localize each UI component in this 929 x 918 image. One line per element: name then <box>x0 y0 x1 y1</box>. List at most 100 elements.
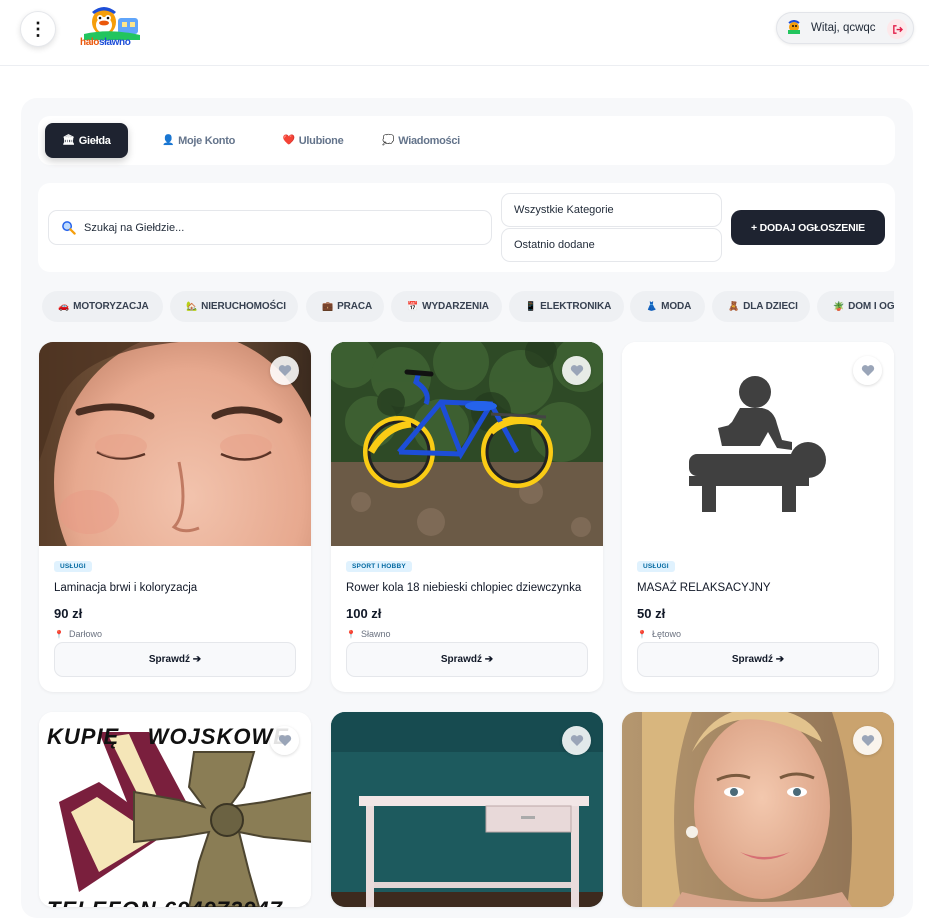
category-dom-i-ogrod[interactable]: 🪴 DOM I OG <box>817 291 894 322</box>
check-button[interactable]: Sprawdź ➔ <box>637 642 879 677</box>
image-text-bottom: TELEFON 694973947 <box>47 897 283 907</box>
user-icon: 👤 <box>161 135 175 146</box>
user-menu[interactable]: Witaj, qcwqc <box>776 12 914 44</box>
search-input[interactable] <box>84 221 464 234</box>
category-badge: USŁUGI <box>54 561 92 572</box>
listing-location: 📍 Darłowo <box>54 629 102 639</box>
phone-icon: 📱 <box>525 301 537 311</box>
category-nieruchomosci[interactable]: 🏡 NIERUCHOMOŚCI <box>170 291 298 322</box>
check-button[interactable]: Sprawdź ➔ <box>54 642 296 677</box>
location-text: Darłowo <box>68 629 102 639</box>
location-pin-icon: 📍 <box>637 629 647 639</box>
add-listing-button[interactable]: + DODAJ OGŁOSZENIE <box>731 210 885 245</box>
tab-label: Wiadomości <box>398 134 460 147</box>
dress-icon: 👗 <box>646 301 658 311</box>
heart-icon: ❤️ <box>282 135 295 146</box>
category-chips: 🚗 MOTORYZACJA 🏡 NIERUCHOMOŚCI 💼 PRACA 📅 WYDA… <box>42 291 894 322</box>
favorite-button[interactable] <box>853 356 882 385</box>
heart-icon <box>570 735 583 746</box>
tab-moje-konto[interactable]: 👤 Moje Konto <box>146 123 251 158</box>
category-wydarzenia[interactable]: 📅 WYDARZENIA <box>391 291 502 322</box>
listing-title[interactable]: Rower kola 18 niebieski chlopiec dziewcz… <box>346 582 581 594</box>
listing-image[interactable] <box>622 712 894 907</box>
category-label: DOM I OG <box>848 301 894 312</box>
category-select[interactable]: Wszystkie Kategorie <box>501 193 722 227</box>
briefcase-icon: 💼 <box>322 301 334 311</box>
listing-card[interactable] <box>331 712 603 907</box>
category-label: ELEKTRONIKA <box>540 301 612 312</box>
listing-image[interactable] <box>622 342 894 546</box>
category-label: NIERUCHOMOŚCI <box>201 301 286 312</box>
listing-image[interactable]: KUPIĘ WOJSKOWE TELEFON 694973947 <box>39 712 311 907</box>
favorite-button[interactable] <box>270 726 299 755</box>
tab-label: Ulubione <box>298 134 344 147</box>
tab-gielda[interactable]: 🏛 Giełda <box>45 123 128 158</box>
category-dla-dzieci[interactable]: 🧸 DLA DZIECI <box>712 291 810 322</box>
heart-icon <box>278 365 291 376</box>
listing-title[interactable]: Laminacja brwi i koloryzacja <box>54 582 197 594</box>
heart-icon <box>861 735 874 746</box>
listing-image[interactable] <box>39 342 311 546</box>
category-label: MODA <box>661 301 692 312</box>
listing-card[interactable]: USŁUGI Laminacja brwi i koloryzacja 90 z… <box>39 342 311 692</box>
listing-location: 📍 Sławno <box>346 629 391 639</box>
listing-card[interactable]: USŁUGI MASAŻ RELAKSACYJNY 50 zł 📍 Łętowo … <box>622 342 894 692</box>
location-text: Łętowo <box>651 629 681 639</box>
logout-icon[interactable] <box>887 19 907 39</box>
logo-text: halosławno <box>80 37 131 48</box>
plant-icon: 🪴 <box>833 301 845 311</box>
category-label: MOTORYZACJA <box>73 301 149 312</box>
sort-select[interactable]: Ostatnio dodane <box>501 228 722 262</box>
favorite-button[interactable] <box>270 356 299 385</box>
user-avatar-icon <box>785 20 803 36</box>
category-motoryzacja[interactable]: 🚗 MOTORYZACJA <box>42 291 163 322</box>
listing-card[interactable]: KUPIĘ WOJSKOWE TELEFON 694973947 <box>39 712 311 907</box>
favorite-button[interactable] <box>562 726 591 755</box>
listing-card[interactable]: SPORT I HOBBY Rower kola 18 niebieski ch… <box>331 342 603 692</box>
search-icon <box>62 221 76 235</box>
favorite-button[interactable] <box>562 356 591 385</box>
listing-price: 100 zł <box>346 606 382 621</box>
building-icon: 🏛 <box>62 135 75 146</box>
category-praca[interactable]: 💼 PRACA <box>306 291 384 322</box>
check-button[interactable]: Sprawdź ➔ <box>346 642 588 677</box>
tab-ulubione[interactable]: ❤️ Ulubione <box>263 123 363 158</box>
top-bar: ⋮ halosławno Witaj, qcwqc <box>0 0 929 66</box>
heart-icon <box>861 365 874 376</box>
menu-button[interactable]: ⋮ <box>20 11 56 47</box>
car-icon: 🚗 <box>58 301 70 311</box>
logo-text-halo: halo <box>80 37 99 48</box>
location-pin-icon: 📍 <box>54 629 64 639</box>
search-field[interactable] <box>48 210 492 245</box>
logo[interactable]: halosławno <box>80 4 144 50</box>
search-panel: Wszystkie Kategorie Ostatnio dodane + DO… <box>38 183 895 272</box>
calendar-icon: 📅 <box>407 301 419 311</box>
category-label: PRACA <box>337 301 373 312</box>
listing-title[interactable]: MASAŻ RELAKSACYJNY <box>637 582 771 594</box>
heart-icon <box>570 365 583 376</box>
tab-bar: 🏛 Giełda 👤 Moje Konto ❤️ Ulubione 💭 Wiadomoś… <box>38 116 895 165</box>
listing-price: 90 zł <box>54 606 83 621</box>
teddy-bear-icon: 🧸 <box>728 301 740 311</box>
listing-price: 50 zł <box>637 606 666 621</box>
image-text-top: KUPIĘ WOJSKOWE <box>47 724 289 749</box>
heart-icon <box>278 735 291 746</box>
category-moda[interactable]: 👗 MODA <box>630 291 705 322</box>
listing-image[interactable] <box>331 712 603 907</box>
tab-label: Giełda <box>78 134 111 147</box>
favorite-button[interactable] <box>853 726 882 755</box>
category-label: WYDARZENIA <box>422 301 489 312</box>
category-elektronika[interactable]: 📱 ELEKTRONIKA <box>509 291 624 322</box>
user-greeting: Witaj, qcwqc <box>811 22 876 34</box>
listing-location: 📍 Łętowo <box>637 629 681 639</box>
category-label: DLA DZIECI <box>743 301 798 312</box>
logo-mascot-icon <box>84 7 140 40</box>
category-badge: USŁUGI <box>637 561 675 572</box>
listing-image[interactable] <box>331 342 603 546</box>
tab-label: Moje Konto <box>178 134 236 147</box>
category-badge: SPORT I HOBBY <box>346 561 412 572</box>
listing-card[interactable] <box>622 712 894 907</box>
tab-wiadomosci[interactable]: 💭 Wiadomości <box>371 123 471 158</box>
location-text: Sławno <box>360 629 391 639</box>
location-pin-icon: 📍 <box>346 629 356 639</box>
